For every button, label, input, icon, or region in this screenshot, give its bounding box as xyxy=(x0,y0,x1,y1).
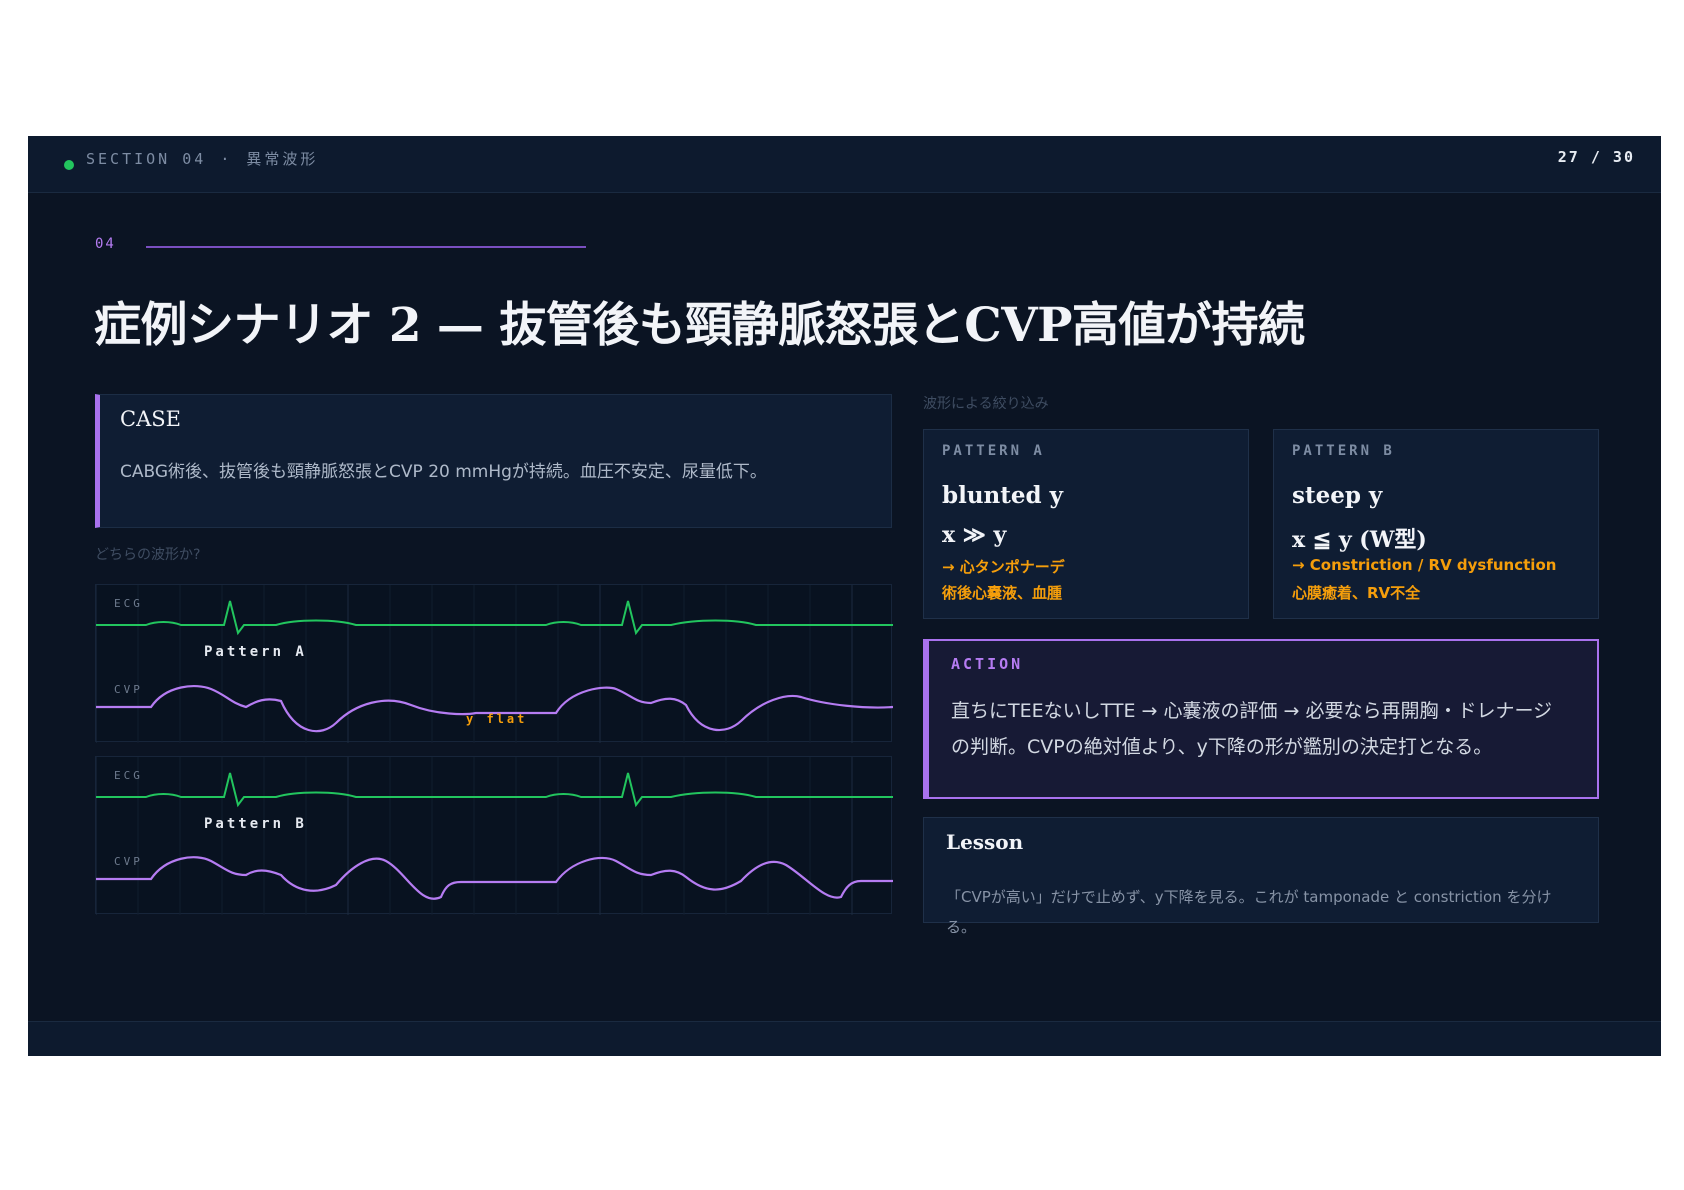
pattern-card-b: PATTERN B steep y x ≦ y (W型) → Constrict… xyxy=(1273,429,1599,619)
pattern-label: Pattern B xyxy=(204,816,307,832)
waveform-chart-b: ECG CVP Pattern B xyxy=(96,757,893,915)
case-card: CASE CABG術後、抜管後も頸静脈怒張とCVP 20 mmHgが持続。血圧不… xyxy=(95,394,892,528)
ecg-label: ECG xyxy=(114,769,143,782)
section-rule xyxy=(146,246,586,248)
pattern-formula: x ≦ y (W型) xyxy=(1292,527,1427,553)
top-bar: SECTION 04 · 異常波形 27 / 30 xyxy=(28,136,1661,193)
ecg-trace xyxy=(96,600,893,636)
pattern-formula: x ≫ y xyxy=(942,522,1007,548)
cvp-label: CVP xyxy=(114,683,143,696)
waveform-chart-a: ECG CVP Pattern A y flat xyxy=(96,585,893,743)
page-title: 症例シナリオ 2 — 抜管後も頸静脈怒張とCVP高値が持続 xyxy=(94,298,1305,353)
status-dot-icon xyxy=(64,160,74,170)
pattern-label: Pattern A xyxy=(204,644,307,660)
slide: SECTION 04 · 異常波形 27 / 30 04 症例シナリオ 2 — 抜管… xyxy=(28,136,1661,1056)
pattern-causes: 心膜癒着、RV不全 xyxy=(1292,584,1421,602)
pattern-card-a: PATTERN A blunted y x ≫ y → 心タンポナーデ 術後心嚢… xyxy=(923,429,1249,619)
breadcrumb-separator: · xyxy=(220,150,233,168)
action-card: ACTION 直ちにTEEないしTTE → 心嚢液の評価 → 必要なら再開胸・ド… xyxy=(923,639,1599,799)
narrowing-label: 波形による絞り込み xyxy=(923,396,1049,412)
case-text: CABG術後、抜管後も頸静脈怒張とCVP 20 mmHgが持続。血圧不安定、尿量… xyxy=(120,462,767,482)
section-breadcrumb: SECTION 04 · 異常波形 xyxy=(86,148,318,169)
cvp-trace xyxy=(96,856,893,900)
pattern-header: PATTERN A xyxy=(942,443,1045,459)
waveform-panel-a: ECG CVP Pattern A y flat xyxy=(95,584,893,743)
y-flat-annotation: y flat xyxy=(466,712,527,726)
section-name: 異常波形 xyxy=(246,150,319,168)
ecg-trace xyxy=(96,772,893,808)
section-label: SECTION 04 xyxy=(86,150,207,168)
pattern-causes: 術後心嚢液、血腫 xyxy=(942,584,1063,602)
waveform-grid xyxy=(96,757,853,915)
cvp-label: CVP xyxy=(114,855,143,868)
ecg-label: ECG xyxy=(114,597,143,610)
question-label: どちらの波形か? xyxy=(95,547,201,563)
pattern-diagnosis: → 心タンポナーデ xyxy=(942,558,1065,576)
waveform-panel-b: ECG CVP Pattern B xyxy=(95,756,893,915)
pattern-header: PATTERN B xyxy=(1292,443,1395,459)
page-indicator: 27 / 30 xyxy=(1557,148,1635,166)
section-number: 04 xyxy=(95,236,116,252)
pattern-title: blunted y xyxy=(942,482,1063,509)
bottom-bar xyxy=(28,1021,1661,1056)
lesson-card: Lesson 「CVPが高い」だけで止めず、y下降を見る。これが tampona… xyxy=(923,817,1599,936)
action-heading: ACTION xyxy=(951,655,1024,673)
pattern-title: steep y xyxy=(1292,482,1383,509)
lesson-text: 「CVPが高い」だけで止めず、y下降を見る。これが tamponade と co… xyxy=(946,888,1552,936)
case-heading: CASE xyxy=(120,407,181,431)
action-text: 直ちにTEEないしTTE → 心嚢液の評価 → 必要なら再開胸・ドレナージの判断… xyxy=(951,700,1553,758)
pattern-diagnosis: → Constriction / RV dysfunction xyxy=(1292,556,1557,574)
lesson-heading: Lesson xyxy=(946,830,1024,854)
